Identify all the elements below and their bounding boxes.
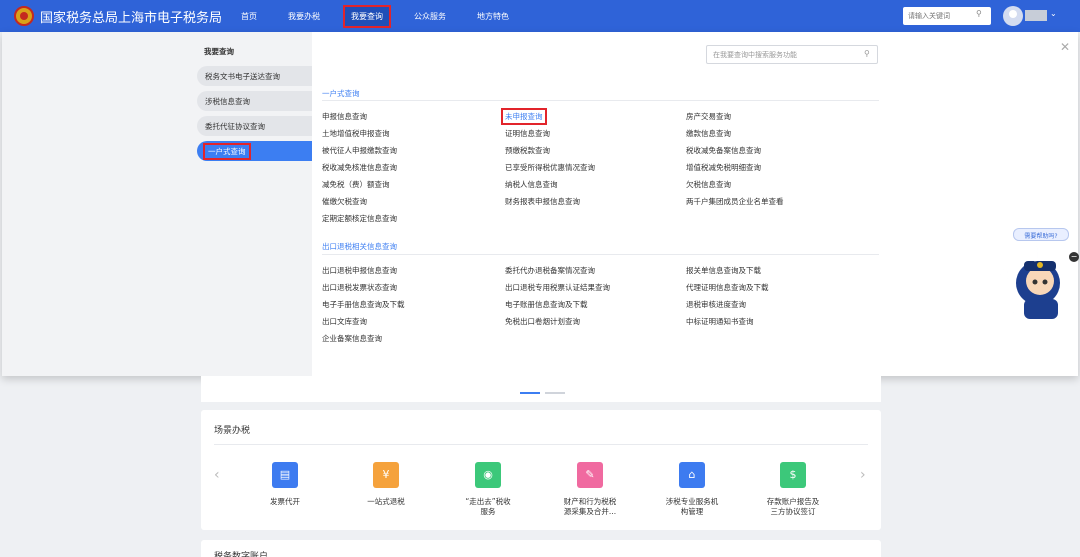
link-payment-info[interactable]: 缴款信息查询 [686, 128, 731, 139]
link-taxpayer-info[interactable]: 纳税人信息查询 [505, 179, 558, 190]
nav-do-tax[interactable]: 我要办税 [282, 7, 326, 26]
next-card [201, 540, 881, 557]
tax-emblem-icon [14, 6, 34, 26]
nav-home[interactable]: 首页 [235, 7, 263, 26]
link-agency-rebate[interactable]: 委托代办退税备案情况查询 [505, 265, 595, 276]
tile-label-deposit-account[interactable]: 存款账户报告及 三方协议签订 [748, 497, 838, 517]
mascot-char-3: 互 [998, 284, 1013, 302]
link-enterprise-record[interactable]: 企业备案信息查询 [322, 333, 382, 344]
link-fixed-quota[interactable]: 定期定额核定信息查询 [322, 213, 397, 224]
search-icon[interactable]: ⚲ [976, 9, 982, 18]
sidebar-item-agency-agreement[interactable]: 委托代征协议查询 [197, 116, 312, 136]
deposit-glyph: $ [789, 468, 797, 481]
divider [322, 254, 879, 255]
avatar[interactable] [1003, 6, 1023, 26]
sidebar-item-doc-delivery[interactable]: 税务文书电子送达查询 [197, 66, 312, 86]
link-exemption-record[interactable]: 税收减免备案信息查询 [686, 145, 761, 156]
sidebar-item-tax-info[interactable]: 涉税信息查询 [197, 91, 312, 111]
site-title: 国家税务总局上海市电子税务局 [40, 10, 223, 26]
link-undeclared-query[interactable]: 未申报查询 [501, 108, 547, 125]
close-icon[interactable]: ✕ [1060, 40, 1070, 54]
next-section-title: 税务数字账户 [214, 552, 269, 557]
tile-label-invoice[interactable]: 发票代开 [240, 497, 330, 507]
property-tax-glyph: ✎ [585, 468, 595, 481]
mascot-close-icon[interactable]: − [1069, 252, 1079, 262]
link-income-tax-benefit[interactable]: 已享受所得税优惠情况查询 [505, 162, 595, 173]
link-e-manual[interactable]: 电子手册信息查询及下载 [322, 299, 405, 310]
main-nav: 首页 我要办税 我要查询 公众服务 地方特色 [235, 0, 534, 32]
link-export-declaration[interactable]: 出口退税申报信息查询 [322, 265, 397, 276]
link-house-trade[interactable]: 房产交易查询 [686, 111, 731, 122]
tile-label-going-global[interactable]: “走出去”税收 服务 [443, 497, 533, 517]
link-arrears-info[interactable]: 欠税信息查询 [686, 179, 731, 190]
help-bubble[interactable]: 需要帮助吗? [1013, 228, 1069, 241]
link-arrears-reminder[interactable]: 催缴欠税查询 [322, 196, 367, 207]
scene-title: 场景办税 [214, 426, 251, 436]
link-rebate-progress[interactable]: 退税审核进度查询 [686, 299, 746, 310]
search-icon[interactable]: ⚲ [864, 49, 870, 58]
top-bar: 国家税务总局上海市电子税务局 首页 我要办税 我要查询 公众服务 地方特色 ⚲ … [0, 0, 1080, 32]
carousel-area [201, 376, 881, 402]
link-cigarette-plan[interactable]: 免税出口卷烟计划查询 [505, 316, 580, 327]
mascot-icon[interactable]: 征 纳 互 动 [994, 243, 1070, 321]
link-exemption-approval[interactable]: 税收减免核准信息查询 [322, 162, 397, 173]
link-agency-certificate[interactable]: 代理证明信息查询及下载 [686, 282, 769, 293]
menu-sidebar-heading: 我要查询 [204, 47, 234, 56]
brand[interactable]: 国家税务总局上海市电子税务局 [14, 6, 222, 26]
divider [214, 444, 868, 445]
query-menu-panel: 我要查询 税务文书电子送达查询 涉税信息查询 委托代征协议查询 一户式查询 ✕ … [2, 32, 1078, 376]
link-prepaid-tax[interactable]: 预缴税款查询 [505, 145, 550, 156]
nav-local-feature[interactable]: 地方特色 [471, 7, 515, 26]
link-certificate-info[interactable]: 证明信息查询 [505, 128, 550, 139]
link-financial-report[interactable]: 财务报表申报信息查询 [505, 196, 580, 207]
chevron-right-icon[interactable]: › [860, 467, 866, 483]
carousel-dot-active[interactable] [520, 392, 540, 394]
link-e-ledger[interactable]: 电子账册信息查询及下载 [505, 299, 588, 310]
invoice-glyph: ▤ [279, 468, 291, 481]
link-group-members[interactable]: 两千户集团成员企业名单查看 [686, 196, 784, 207]
menu-search-input[interactable]: 在我要查询中搜索服务功能 [706, 45, 878, 64]
link-bid-notice[interactable]: 中标证明通知书查询 [686, 316, 754, 327]
divider [322, 100, 879, 101]
nav-query[interactable]: 我要查询 [343, 4, 391, 28]
mascot-char-1: 征 [1032, 245, 1047, 263]
link-customs-declaration[interactable]: 报关单信息查询及下载 [686, 265, 761, 276]
tile-label-agency-management[interactable]: 涉税专业服务机 构管理 [647, 497, 737, 517]
link-invoice-status[interactable]: 出口退税发票状态查询 [322, 282, 397, 293]
sidebar-item-one-household[interactable]: 一户式查询 [197, 141, 312, 161]
chevron-left-icon[interactable]: ‹ [214, 467, 220, 483]
menu-sidebar: 我要查询 税务文书电子送达查询 涉税信息查询 委托代征协议查询 一户式查询 [2, 32, 312, 376]
nav-public-service[interactable]: 公众服务 [408, 7, 452, 26]
link-declaration-info[interactable]: 申报信息查询 [322, 111, 367, 122]
link-export-library[interactable]: 出口文库查询 [322, 316, 367, 327]
link-vat-exemption-detail[interactable]: 增值税减免税明细查询 [686, 162, 761, 173]
carousel-dot[interactable] [545, 392, 565, 394]
building-glyph: ⌂ [688, 468, 696, 481]
section-title-one-household: 一户式查询 [322, 89, 360, 98]
tile-label-property-tax[interactable]: 财产和行为税税 源采集及合并... [545, 497, 635, 517]
link-special-tax-cert[interactable]: 出口退税专用税票认证结果查询 [505, 282, 610, 293]
tile-label-refund[interactable]: 一站式退税 [341, 497, 431, 507]
chevron-down-icon[interactable]: ⌄ [1050, 9, 1057, 18]
link-land-vat[interactable]: 土地增值税申报查询 [322, 128, 390, 139]
link-exemption-amount[interactable]: 减免税（费）额查询 [322, 179, 390, 190]
mascot-char-4: 动 [1008, 301, 1023, 319]
tax-globe-glyph: ◉ [483, 468, 493, 481]
section-title-export-rebate: 出口退税相关信息查询 [322, 242, 397, 251]
link-levied-payment[interactable]: 被代征人申报缴款查询 [322, 145, 397, 156]
mascot-char-2: 纳 [1000, 264, 1015, 282]
user-name-redacted[interactable] [1025, 10, 1047, 21]
refund-glyph: ¥ [382, 468, 390, 481]
